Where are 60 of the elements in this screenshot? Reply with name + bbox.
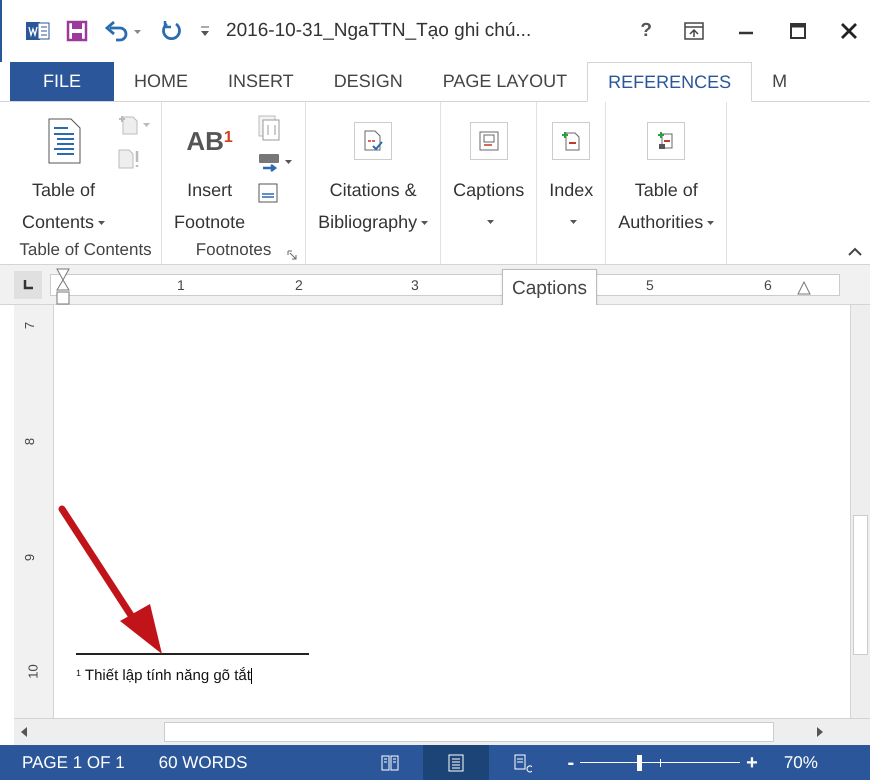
horizontal-scrollbar[interactable]: [14, 718, 870, 745]
citation-icon: [354, 122, 392, 160]
ruler-number: 6: [764, 278, 772, 292]
zoom-in-button[interactable]: +: [746, 748, 758, 778]
word-logo-icon[interactable]: [26, 20, 50, 42]
ribbon-display-icon[interactable]: [684, 22, 704, 40]
zoom-level[interactable]: 70%: [784, 750, 818, 776]
maximize-icon[interactable]: [788, 21, 808, 41]
print-layout-button[interactable]: [423, 745, 490, 780]
ribbon-button[interactable]: Citations & Bibliography: [314, 110, 432, 236]
page-count[interactable]: PAGE 1 OF 1: [22, 750, 125, 776]
collapse-ribbon-icon[interactable]: [848, 247, 862, 256]
ribbon-tab[interactable]: HOME: [114, 62, 208, 101]
update-table-icon: [117, 148, 142, 170]
ruler-number: 1: [177, 278, 185, 292]
redo-icon[interactable]: [160, 19, 184, 43]
footnote-text: $^{1}$ Thiết lập tính năng gõ tắt: [76, 666, 252, 686]
ribbon-tab[interactable]: M: [752, 62, 808, 101]
footnote-icon: AB$^{1}$: [186, 128, 233, 154]
ribbon-button[interactable]: Captions: [449, 110, 528, 236]
customize-toolbar-icon[interactable]: [200, 25, 210, 37]
dialog-launcher-icon[interactable]: [287, 250, 298, 260]
word-count[interactable]: 60 WORDS: [158, 750, 248, 776]
ribbon-tab[interactable]: PAGE LAYOUT: [422, 62, 588, 101]
undo-icon[interactable]: [104, 20, 144, 42]
authorities-icon: [647, 122, 686, 160]
ruler-number: 7: [23, 322, 36, 330]
group-label: Table of Contents: [19, 239, 152, 262]
ribbon-button[interactable]: Index: [545, 110, 598, 236]
globe-page-icon: [512, 752, 532, 772]
ruler-number: 2: [295, 278, 303, 292]
close-icon[interactable]: [840, 22, 858, 40]
ribbon-tab[interactable]: REFERENCES: [587, 62, 752, 102]
ribbon-button[interactable]: Table of Contents: [18, 110, 110, 236]
ribbon-tab[interactable]: DESIGN: [314, 62, 423, 101]
open-book-icon: [380, 752, 400, 772]
ruler-number: 10: [26, 664, 40, 679]
save-icon[interactable]: [66, 20, 88, 42]
vertical-scrollbar[interactable]: [850, 305, 870, 718]
document-list-icon: [46, 118, 81, 164]
zoom-out-button[interactable]: -: [567, 748, 574, 778]
insert-index-icon: [552, 122, 590, 160]
caption-icon: [470, 122, 508, 160]
indent-marker-icon[interactable]: [55, 268, 71, 306]
ruler-number: 3: [411, 278, 419, 292]
window-title: 2016-10-31_NgaTTN_Tạo ghi chú...: [226, 18, 532, 43]
ribbon-button[interactable]: Table of Authorities: [614, 110, 718, 236]
ruler-number: 5: [646, 278, 654, 292]
file-tab[interactable]: FILE: [10, 62, 114, 101]
help-button[interactable]: ?: [632, 16, 660, 46]
right-indent-marker-icon[interactable]: [796, 280, 812, 294]
show-notes-icon: [257, 182, 280, 204]
ruler-number: 8: [23, 438, 36, 446]
ruler-number: 9: [23, 554, 36, 562]
ribbon-tab[interactable]: INSERT: [208, 62, 314, 101]
page-icon: [446, 752, 466, 772]
tab-stop-icon[interactable]: [23, 280, 33, 290]
ribbon-button[interactable]: AB$^{1}$ Insert Footnote: [170, 110, 250, 236]
group-label: Footnotes: [196, 239, 272, 262]
zoom-slider[interactable]: [580, 754, 740, 770]
